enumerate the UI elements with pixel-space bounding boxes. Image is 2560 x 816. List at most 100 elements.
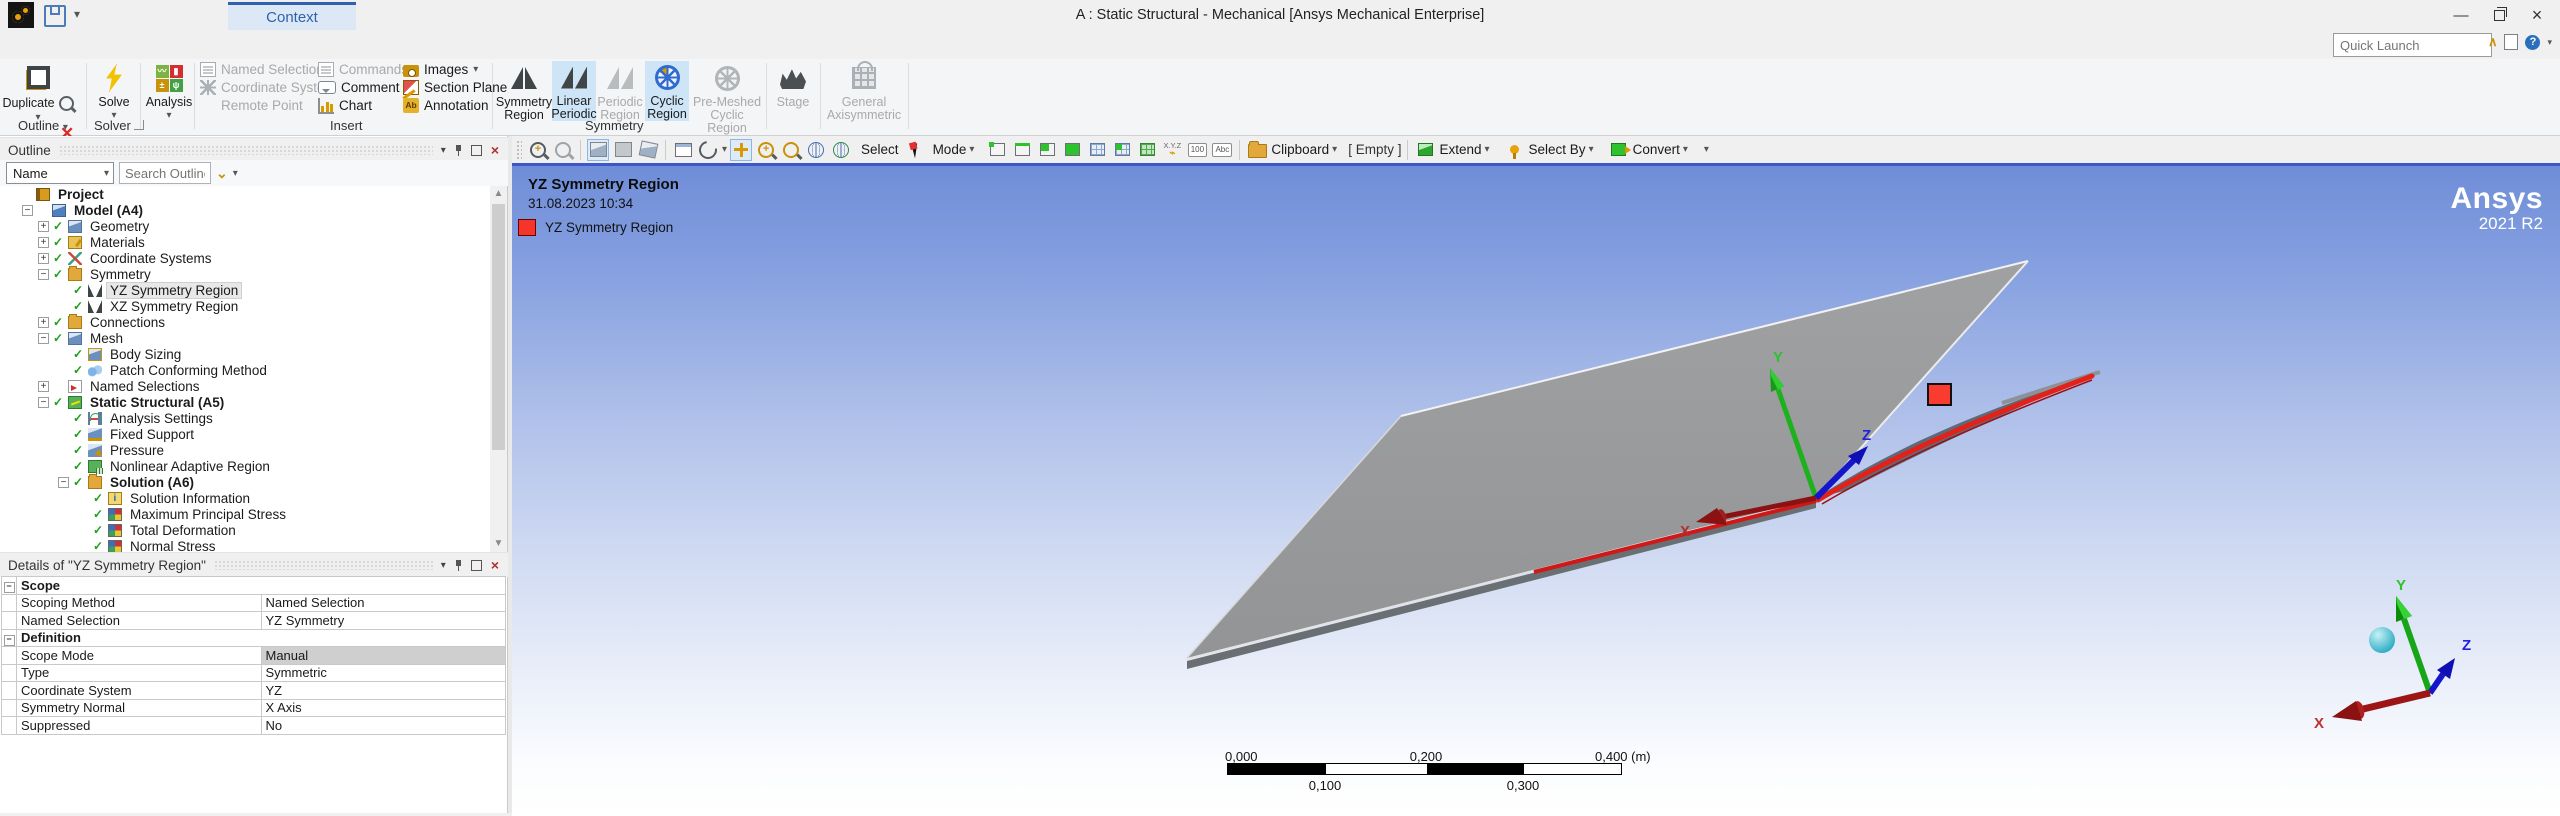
details-menu-caret-icon[interactable]: ▾ xyxy=(441,560,446,571)
tree-item-yz-symmetry-region[interactable]: ✓YZ Symmetry Region xyxy=(0,282,477,298)
look-at-icon[interactable] xyxy=(637,139,659,161)
images-button[interactable]: Images▾ xyxy=(403,61,478,78)
tree-item-normal-stress[interactable]: ✓Normal Stress xyxy=(0,538,477,552)
pre-meshed-cyclic-region-button[interactable]: Pre-Meshed Cyclic Region xyxy=(690,61,764,135)
rotate-icon[interactable] xyxy=(697,139,719,161)
zoom-out-icon[interactable] xyxy=(552,139,574,161)
extend-caret-icon[interactable]: ▾ xyxy=(1485,144,1490,155)
stage-button[interactable]: Stage xyxy=(770,61,816,109)
clipboard-icon[interactable] xyxy=(1246,139,1268,161)
mode-caret-icon[interactable]: ▾ xyxy=(969,144,974,155)
convert-caret-icon[interactable]: ▾ xyxy=(1683,144,1688,155)
mesh-node-select-icon[interactable] xyxy=(1086,139,1108,161)
tree-item-project[interactable]: Project xyxy=(0,186,477,202)
tree-item-coordinate-systems[interactable]: +✓Coordinate Systems xyxy=(0,250,477,266)
zoom-in-icon[interactable]: + xyxy=(527,139,549,161)
pan-icon[interactable] xyxy=(730,139,752,161)
clipboard-label[interactable]: Clipboard xyxy=(1271,142,1329,157)
select-by-icon[interactable] xyxy=(1504,139,1526,161)
analysis-button[interactable]: 〰▮±ψ Analysis ▾ xyxy=(144,61,194,122)
box-zoom-icon[interactable] xyxy=(780,139,802,161)
search-outline-box[interactable] xyxy=(119,162,211,184)
duplicate-button[interactable]: Duplicate ▾ xyxy=(8,61,68,124)
orientation-triad[interactable]: Y Z X xyxy=(2314,577,2471,732)
tree-item-materials[interactable]: +✓Materials xyxy=(0,234,477,250)
collapse-icon[interactable]: − xyxy=(38,333,49,344)
tree-item-connections[interactable]: +✓Connections xyxy=(0,314,477,330)
tree-item-nonlinear-adaptive-region[interactable]: ✓Nonlinear Adaptive Region xyxy=(0,458,477,474)
details-section-definition[interactable]: − Definition xyxy=(2,629,506,647)
tree-item-analysis-settings[interactable]: ✓Analysis Settings xyxy=(0,410,477,426)
outline-close-icon[interactable]: × xyxy=(491,145,499,155)
quick-launch-box[interactable] xyxy=(2333,33,2492,57)
collapse-icon[interactable]: − xyxy=(38,269,49,280)
tree-item-solution[interactable]: −✓Solution (A6) xyxy=(0,474,477,490)
release-notes-icon[interactable] xyxy=(2504,34,2518,50)
section-plane-button[interactable]: Section Plane xyxy=(403,79,507,96)
quick-launch-input[interactable] xyxy=(2334,34,2491,56)
expand-icon[interactable]: + xyxy=(38,253,49,264)
face-select-icon[interactable] xyxy=(1036,139,1058,161)
details-section-scope[interactable]: − Scope xyxy=(2,577,506,595)
viewports-icon[interactable] xyxy=(672,139,694,161)
clipboard-caret-icon[interactable]: ▾ xyxy=(1332,144,1337,155)
remote-point-button[interactable]: Remote Point xyxy=(200,97,303,114)
select-by-label[interactable]: Select By xyxy=(1529,142,1586,157)
select-mode-cursor-icon[interactable] xyxy=(908,139,930,161)
tree-item-static-structural[interactable]: −✓Static Structural (A5) xyxy=(0,394,477,410)
general-axisymmetric-button[interactable]: General Axisymmetric xyxy=(824,61,904,122)
analysis-caret-icon[interactable]: ▾ xyxy=(166,109,171,122)
coordinate-system-button[interactable]: Coordinate System xyxy=(200,79,336,96)
expand-icon[interactable]: + xyxy=(38,237,49,248)
extend-label[interactable]: Extend xyxy=(1439,142,1481,157)
collapse-icon[interactable]: − xyxy=(58,477,69,488)
details-row[interactable]: Coordinate System YZ xyxy=(2,682,506,700)
quick-access-caret-icon[interactable]: ▾ xyxy=(74,7,80,21)
iso-ball-icon[interactable] xyxy=(2369,627,2395,653)
restore-button[interactable] xyxy=(2480,0,2518,30)
annotation-button[interactable]: AbAnnotation xyxy=(403,97,489,114)
tree-item-solution-information[interactable]: ✓Solution Information xyxy=(0,490,477,506)
collapse-icon[interactable]: − xyxy=(38,397,49,408)
save-icon[interactable] xyxy=(44,5,66,27)
details-row[interactable]: Scope Mode Manual xyxy=(2,647,506,665)
convert-label[interactable]: Convert xyxy=(1633,142,1680,157)
tree-item-body-sizing[interactable]: ✓Body Sizing xyxy=(0,346,477,362)
collapse-icon[interactable]: − xyxy=(4,582,15,593)
zoom-fit-icon[interactable] xyxy=(805,139,827,161)
previous-view-icon[interactable] xyxy=(612,139,634,161)
tree-item-symmetry[interactable]: −✓Symmetry xyxy=(0,266,477,282)
extend-icon[interactable] xyxy=(1414,139,1436,161)
zoom-mode-icon[interactable]: + xyxy=(755,139,777,161)
details-pin-icon[interactable] xyxy=(455,560,462,571)
mesh-element-select-icon[interactable] xyxy=(1136,139,1158,161)
tree-item-maximum-principal-stress[interactable]: ✓Maximum Principal Stress xyxy=(0,506,477,522)
collapse-ribbon-icon[interactable]: ∧ xyxy=(2488,34,2498,50)
details-maximize-icon[interactable] xyxy=(471,560,482,571)
coordinate-pick-icon[interactable]: X.Y.Z⌁ xyxy=(1161,139,1183,161)
scroll-down-icon[interactable]: ▼ xyxy=(490,536,507,552)
vertex-select-icon[interactable] xyxy=(986,139,1008,161)
outline-menu-caret-icon[interactable]: ▾ xyxy=(441,145,446,156)
snap-pick-icon[interactable]: 100 xyxy=(1186,139,1208,161)
solve-button[interactable]: Solve ▾ xyxy=(92,61,136,122)
toolbar-grip[interactable] xyxy=(516,140,522,160)
tree-item-fixed-support[interactable]: ✓Fixed Support xyxy=(0,426,477,442)
details-row[interactable]: Type Symmetric xyxy=(2,664,506,682)
help-icon[interactable]: ? xyxy=(2525,35,2540,50)
select-by-caret-icon[interactable]: ▾ xyxy=(1589,144,1594,155)
expand-icon[interactable]: + xyxy=(38,317,49,328)
cyclic-region-button[interactable]: Cyclic Region xyxy=(645,61,689,121)
outline-maximize-icon[interactable] xyxy=(471,145,482,156)
expand-icon[interactable]: + xyxy=(38,381,49,392)
symmetry-region-button[interactable]: Symmetry Region xyxy=(498,61,550,122)
collapse-icon[interactable]: − xyxy=(22,205,33,216)
outline-pin-icon[interactable] xyxy=(455,145,462,156)
toolbar-overflow-caret-icon[interactable]: ▾ xyxy=(1704,144,1709,155)
filter-options-caret-icon[interactable]: ▾ xyxy=(233,168,238,179)
close-button[interactable]: × xyxy=(2518,0,2556,30)
comment-button[interactable]: Comment xyxy=(318,79,400,96)
expand-search-icon[interactable]: ⌄ xyxy=(216,165,228,182)
tree-item-patch-conforming-method[interactable]: ✓Patch Conforming Method xyxy=(0,362,477,378)
tree-item-model[interactable]: −Model (A4) xyxy=(0,202,477,218)
